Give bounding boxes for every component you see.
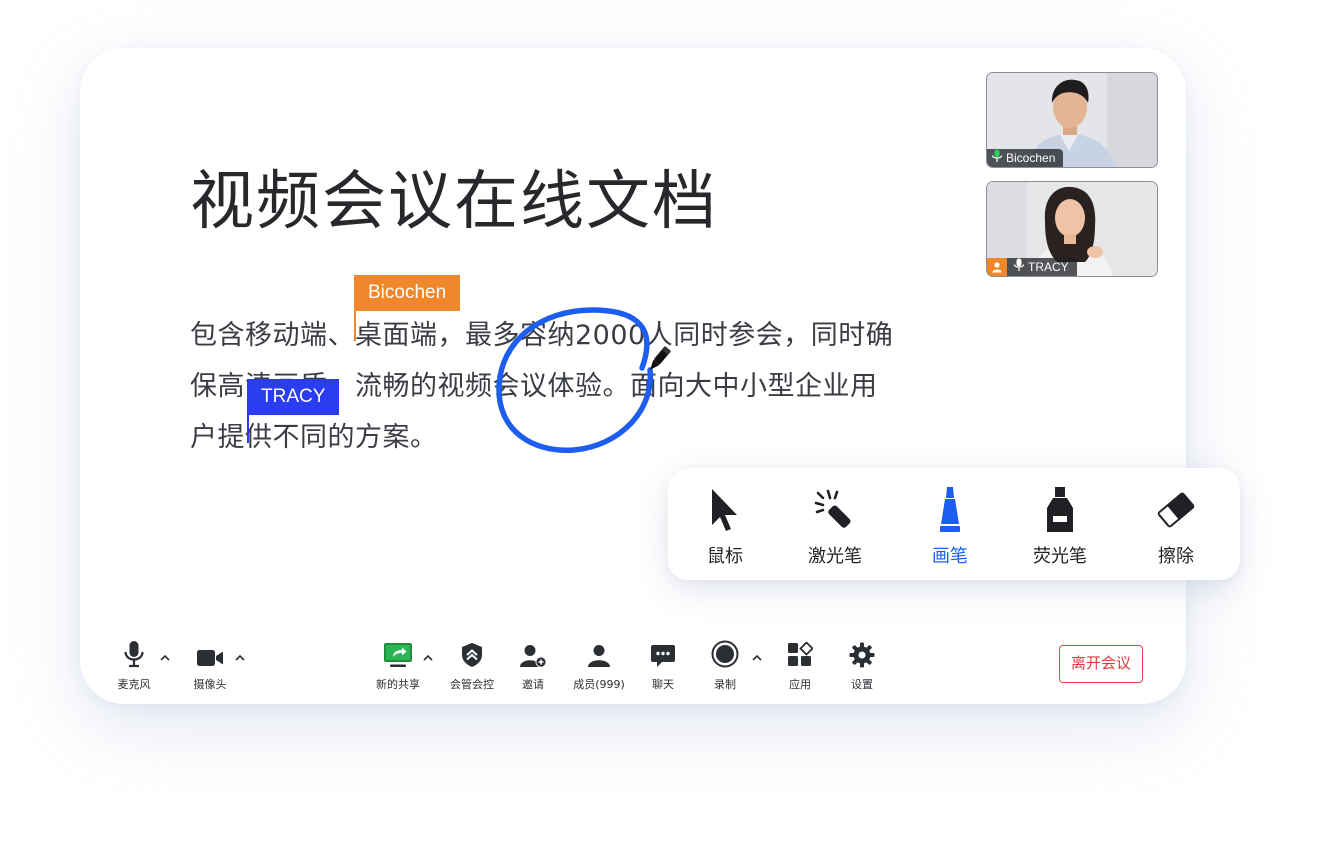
chat-label: 聊天 <box>652 678 674 691</box>
video-camera-icon <box>196 648 224 672</box>
pen-tool-label: 鼠标 <box>707 546 743 567</box>
document-line-1: 包含移动端、桌面端，最多容纳2000人同时参会，同时确 <box>190 320 894 351</box>
brush-icon <box>935 486 965 538</box>
collaborator-cursor-label-bicochen: Bicochen <box>354 275 461 311</box>
share-options-chevron-icon[interactable] <box>422 652 434 664</box>
pen-tool-pointer[interactable]: 鼠标 <box>685 488 765 568</box>
new-share-label: 新的共享 <box>376 678 420 691</box>
mic-active-icon <box>991 149 1003 168</box>
mic-options-chevron-icon[interactable] <box>159 652 171 664</box>
record-options-chevron-icon[interactable] <box>751 652 763 664</box>
mic-button[interactable]: 麦克风 <box>106 638 162 692</box>
pen-tool-highlighter[interactable]: 荧光笔 <box>1020 486 1100 568</box>
meeting-control-button[interactable]: 会管会控 <box>442 638 502 692</box>
highlighter-icon <box>1043 486 1077 538</box>
apps-label: 应用 <box>789 678 811 691</box>
participant-video-tracy[interactable]: TRACY <box>986 181 1158 277</box>
invite-button[interactable]: 邀请 <box>508 638 558 692</box>
shield-control-icon <box>460 642 484 672</box>
chat-button[interactable]: 聊天 <box>640 638 686 692</box>
camera-button[interactable]: 摄像头 <box>180 638 240 692</box>
meeting-window: 视频会议在线文档 包含移动端、桌面端，最多容纳2000人同时参会，同时确 保高清… <box>80 48 1186 704</box>
add-user-icon <box>519 644 547 672</box>
host-badge-icon <box>987 258 1007 276</box>
record-button[interactable]: 录制 <box>702 638 748 692</box>
camera-label: 摄像头 <box>193 678 227 691</box>
document-line-3: 户提供不同的方案。 <box>190 422 438 453</box>
apps-grid-icon <box>787 641 814 672</box>
pen-tool-label: 擦除 <box>1158 546 1194 567</box>
members-button[interactable]: 成员(999) <box>568 638 630 692</box>
meeting-control-label: 会管会控 <box>450 678 494 691</box>
participant-name-bar: Bicochen <box>987 149 1064 168</box>
gear-icon <box>849 642 875 672</box>
pen-tool-laser[interactable]: 激光笔 <box>795 488 875 568</box>
participant-name: Bicochen <box>1006 151 1056 165</box>
settings-label: 设置 <box>851 678 873 691</box>
eraser-icon <box>1153 487 1199 537</box>
pen-tool-label: 荧光笔 <box>1033 546 1087 567</box>
settings-button[interactable]: 设置 <box>839 638 885 692</box>
pen-tool-brush[interactable]: 画笔 <box>910 486 990 568</box>
microphone-icon <box>123 640 145 672</box>
record-icon <box>711 640 739 672</box>
annotation-pen-toolbar: 鼠标 激光笔 画笔 荧光笔 擦除 <box>668 468 1240 580</box>
collaborator-cursor-label-tracy: TRACY <box>247 379 340 415</box>
pointer-icon <box>708 487 742 537</box>
mic-label: 麦克风 <box>117 678 151 691</box>
new-share-button[interactable]: 新的共享 <box>368 638 428 692</box>
screen-share-icon <box>383 642 413 672</box>
camera-options-chevron-icon[interactable] <box>234 652 246 664</box>
participant-video-bicochen[interactable]: Bicochen <box>986 72 1158 168</box>
collaborator-caret-tracy <box>247 415 249 443</box>
pen-tool-label: 激光笔 <box>808 546 862 567</box>
participant-name: TRACY <box>1028 260 1069 274</box>
participant-name-bar: TRACY <box>987 258 1077 276</box>
document-title: 视频会议在线文档 <box>190 165 718 239</box>
apps-button[interactable]: 应用 <box>777 638 823 692</box>
laser-pen-icon <box>812 487 858 537</box>
invite-label: 邀请 <box>522 678 544 691</box>
leave-meeting-button[interactable]: 离开会议 <box>1059 645 1143 683</box>
chat-bubble-icon <box>650 644 676 672</box>
record-label: 录制 <box>714 678 736 691</box>
pen-tool-eraser[interactable]: 擦除 <box>1136 488 1216 568</box>
meeting-toolbar: 麦克风 摄像头 新的共享 会管会控 邀请 成员(999) 聊天 录制 应用 设置 <box>80 638 1186 694</box>
mic-on-icon <box>1013 258 1025 277</box>
members-label: 成员(999) <box>573 678 625 691</box>
members-icon <box>586 644 612 672</box>
collaborator-caret-bicochen <box>354 311 356 341</box>
pen-tool-label: 画笔 <box>932 546 968 567</box>
